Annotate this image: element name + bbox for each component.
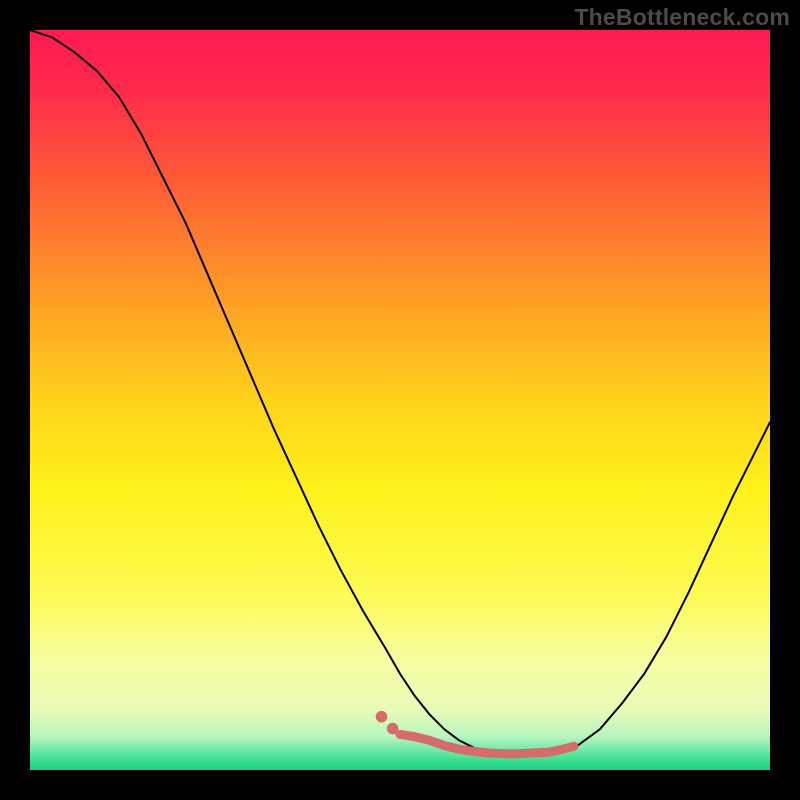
plot-area [30, 30, 770, 770]
chart-background [30, 30, 770, 770]
chart-frame: TheBottleneck.com [0, 0, 800, 800]
highlight-dot-1 [376, 711, 388, 723]
highlight-dot-2 [387, 723, 399, 735]
chart-svg [30, 30, 770, 770]
watermark-text: TheBottleneck.com [574, 4, 790, 31]
